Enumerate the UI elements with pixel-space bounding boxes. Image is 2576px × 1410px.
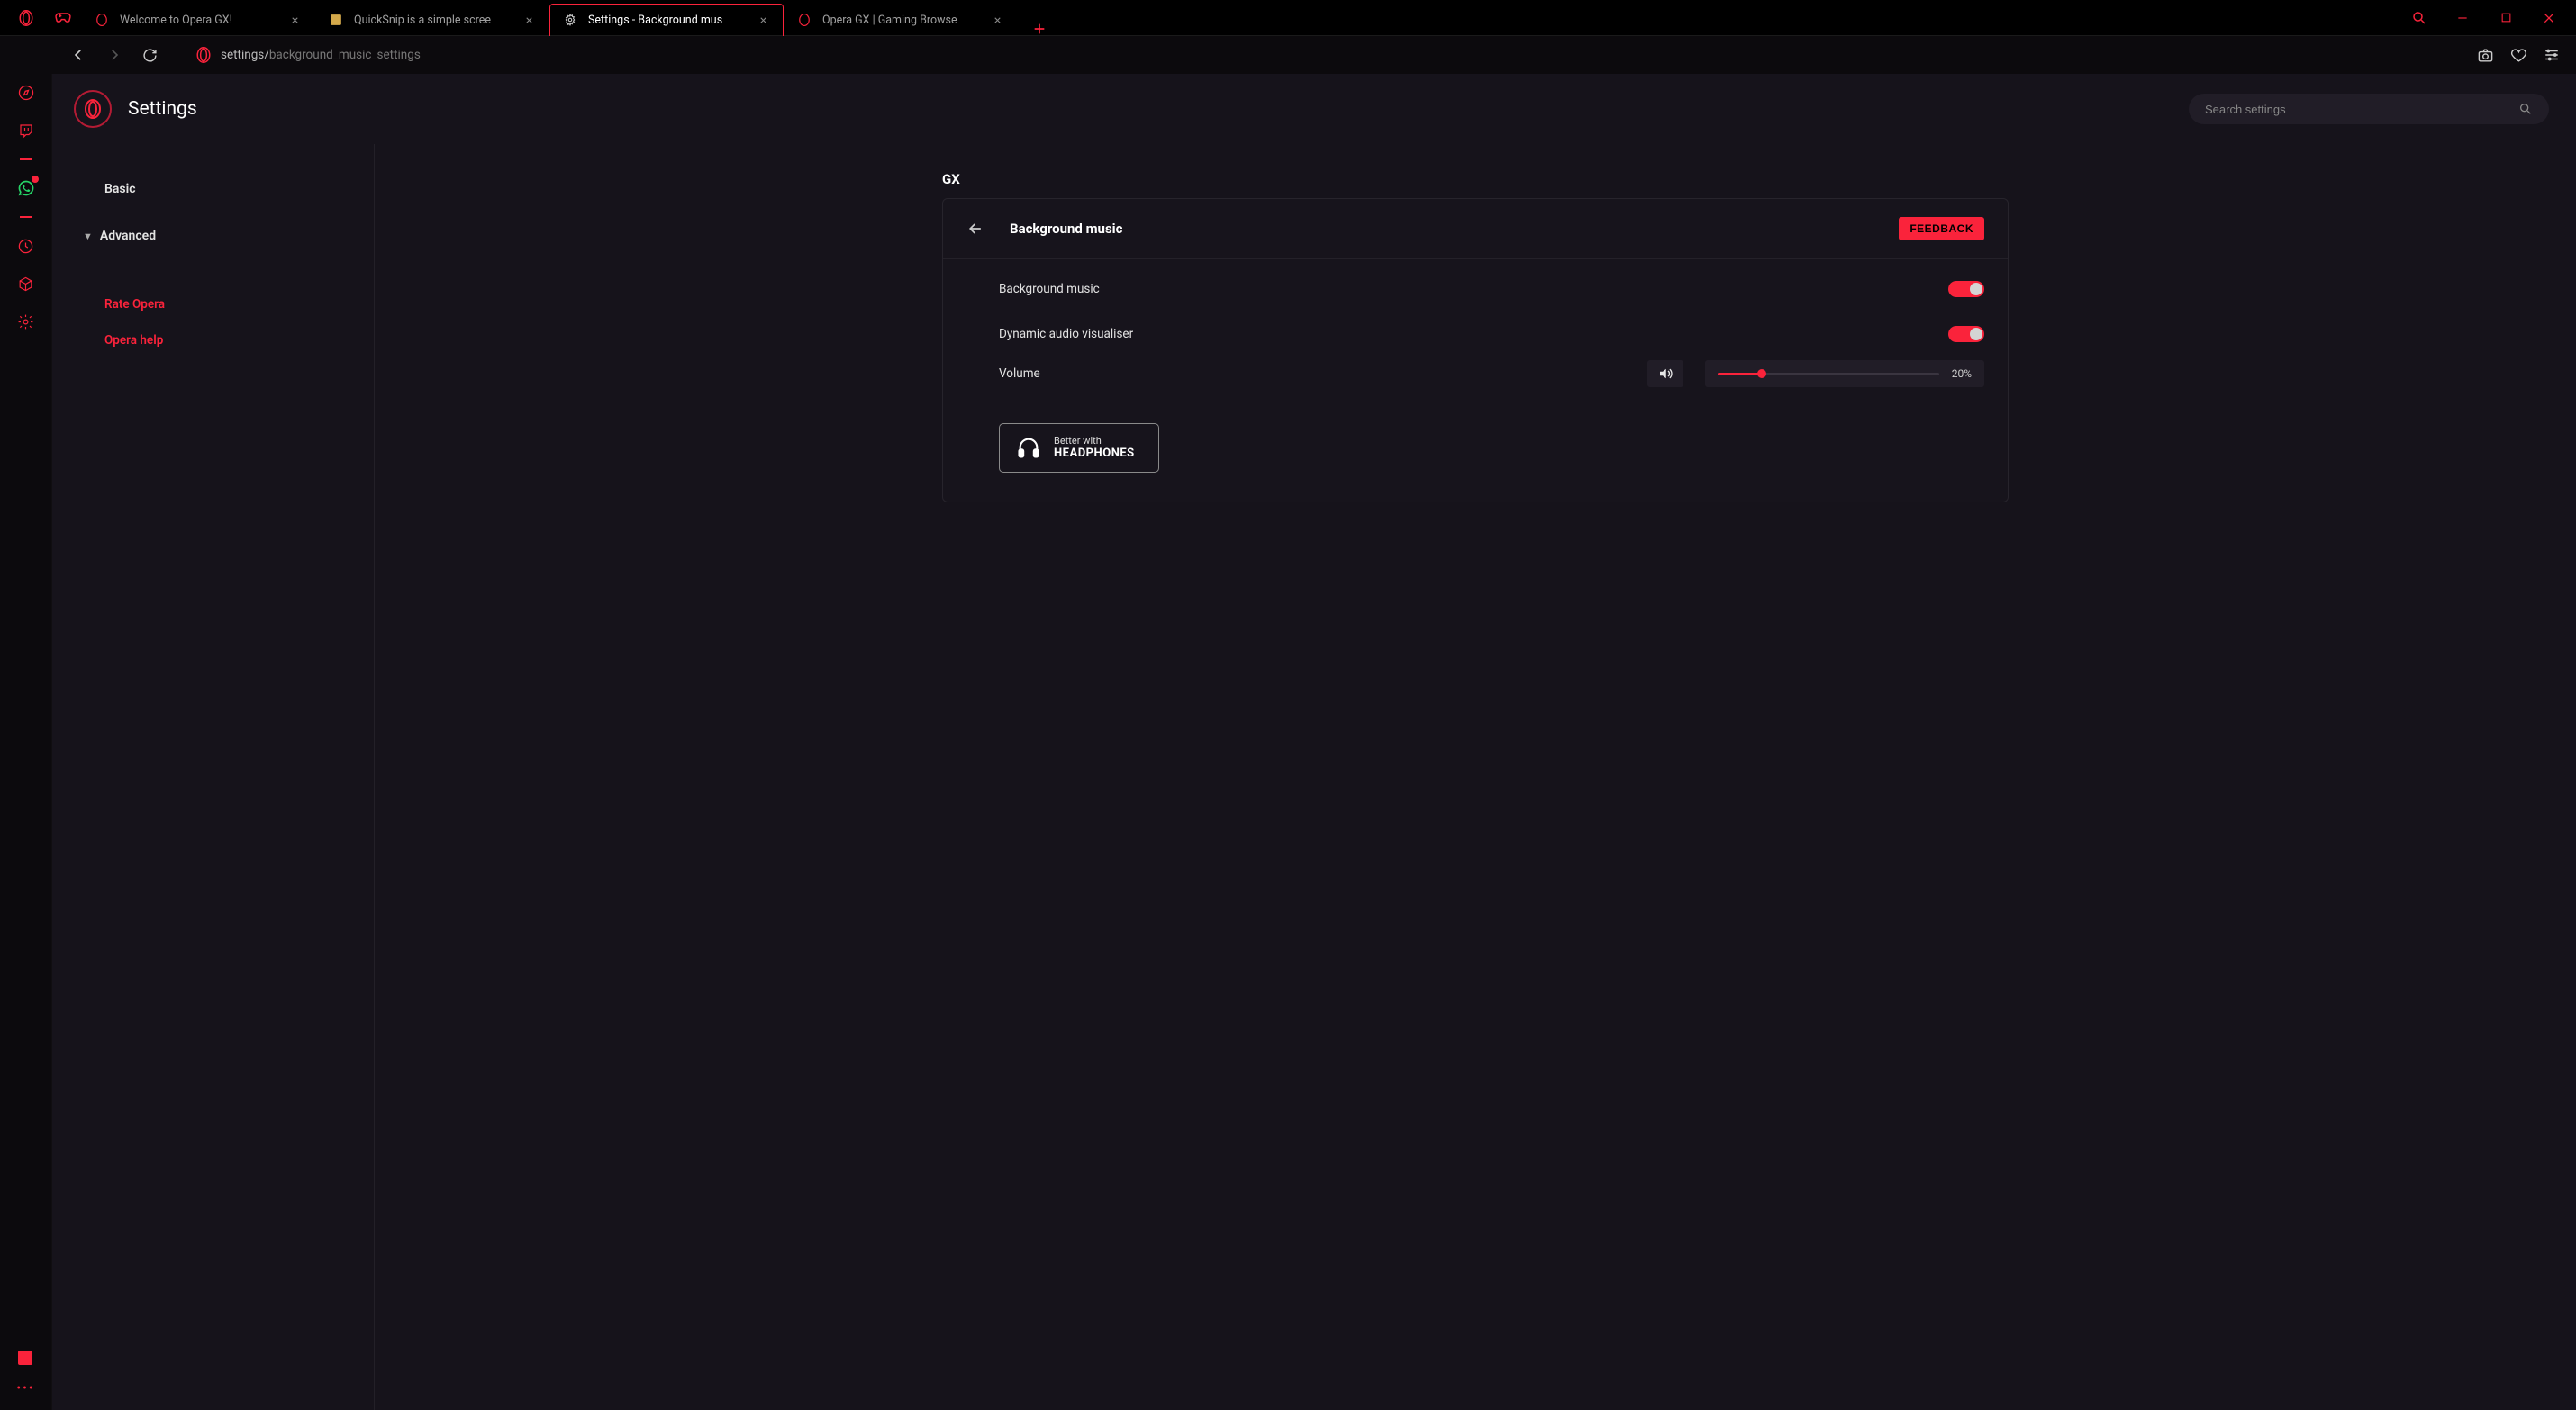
- maximize-button[interactable]: [2493, 5, 2518, 31]
- search-input[interactable]: [2205, 103, 2518, 116]
- tab-title: Welcome to Opera GX!: [120, 14, 279, 27]
- settings-sidebar: Basic ▼ Advanced Rate Opera Opera help: [52, 144, 375, 1410]
- opera-favicon-icon: [797, 13, 812, 27]
- search-icon: [2518, 102, 2533, 116]
- tab-title: Opera GX | Gaming Browse: [822, 14, 982, 27]
- tab-operagx[interactable]: Opera GX | Gaming Browse: [784, 4, 1018, 36]
- player-icon[interactable]: [18, 1351, 32, 1365]
- row-label: Background music: [999, 282, 1100, 296]
- toggle-dynamic-visualiser[interactable]: [1948, 326, 1984, 342]
- close-window-button[interactable]: [2536, 5, 2562, 31]
- tab-welcome[interactable]: Welcome to Opera GX!: [81, 4, 315, 36]
- url-path: background_music_settings: [269, 48, 421, 62]
- twitch-icon[interactable]: [16, 121, 36, 140]
- volume-slider[interactable]: 20%: [1705, 360, 1984, 387]
- volume-label: Volume: [999, 366, 1040, 381]
- settings-body: Basic ▼ Advanced Rate Opera Opera help G…: [52, 144, 2576, 1410]
- new-tab-button[interactable]: [1018, 22, 1061, 36]
- close-icon[interactable]: [524, 15, 534, 25]
- whatsapp-icon[interactable]: [16, 178, 36, 198]
- back-button[interactable]: [70, 47, 86, 63]
- snapshot-icon[interactable]: [2477, 47, 2494, 64]
- easy-setup-icon[interactable]: [2544, 47, 2560, 63]
- opera-menu-icon[interactable]: [18, 10, 34, 26]
- opera-logo-icon: [82, 98, 104, 120]
- headphones-line1: Better with: [1054, 435, 1135, 447]
- headphones-banner: Better with HEADPHONES: [999, 423, 1159, 473]
- close-icon[interactable]: [758, 15, 768, 25]
- tab-quicksnip[interactable]: QuickSnip is a simple scree: [315, 4, 549, 36]
- heart-icon[interactable]: [2510, 47, 2527, 64]
- titlebar: Welcome to Opera GX! QuickSnip is a simp…: [0, 0, 2576, 36]
- slider-track-fill: [1718, 373, 1762, 375]
- section-label: GX: [942, 171, 2009, 187]
- close-icon[interactable]: [290, 15, 300, 25]
- tab-settings[interactable]: Settings - Background mus: [549, 4, 784, 36]
- toolbar: settings/background_music_settings: [0, 36, 2576, 74]
- settings-content: GX Background music FEEDBACK Background: [375, 144, 2576, 1410]
- headphones-icon: [1016, 435, 1041, 460]
- toolbar-right: [2477, 47, 2560, 64]
- clock-icon[interactable]: [16, 236, 36, 256]
- siderail-bottom: •••: [16, 1351, 34, 1410]
- opera-favicon-icon: [95, 13, 109, 27]
- sidebar-links: Rate Opera Opera help: [52, 292, 374, 353]
- tab-title: QuickSnip is a simple scree: [354, 14, 513, 27]
- gear-icon[interactable]: [16, 312, 36, 331]
- toggle-background-music[interactable]: [1948, 281, 1984, 297]
- nav-basic[interactable]: Basic: [52, 175, 374, 203]
- reload-button[interactable]: [142, 48, 158, 63]
- row-background-music: Background music: [943, 267, 2008, 312]
- cube-icon[interactable]: [16, 274, 36, 294]
- card-header: Background music FEEDBACK: [943, 199, 2008, 259]
- main: ••• Settings Basic ▼ A: [0, 74, 2576, 1410]
- titlebar-left: [0, 9, 72, 27]
- compass-icon[interactable]: [16, 83, 36, 103]
- volume-value: 20%: [1952, 367, 1972, 380]
- opera-url-icon: [195, 47, 212, 63]
- close-icon[interactable]: [993, 15, 1002, 25]
- settings-page: Settings Basic ▼ Advanced Rate Opera Ope…: [52, 74, 2576, 1410]
- nav-controls: [16, 47, 158, 63]
- gear-favicon-icon: [563, 13, 577, 27]
- search-settings[interactable]: [2189, 94, 2549, 124]
- minimize-button[interactable]: [2450, 5, 2475, 31]
- divider-icon: [20, 216, 32, 218]
- url-prefix: settings/: [221, 48, 269, 62]
- row-dynamic-visualiser: Dynamic audio visualiser: [943, 312, 2008, 357]
- feedback-button[interactable]: FEEDBACK: [1899, 217, 1984, 240]
- row-label: Dynamic audio visualiser: [999, 327, 1133, 341]
- divider-icon: [20, 158, 32, 160]
- opera-help-link[interactable]: Opera help: [52, 328, 374, 353]
- tab-title: Settings - Background mus: [588, 14, 748, 27]
- settings-header: Settings: [52, 74, 2576, 144]
- settings-card: Background music FEEDBACK Background mus…: [942, 198, 2009, 502]
- settings-logo: [74, 90, 112, 128]
- card-title: Background music: [1010, 221, 1122, 237]
- tab-strip: Welcome to Opera GX! QuickSnip is a simp…: [81, 0, 1061, 36]
- card-body: Background music Dynamic audio visualise…: [943, 259, 2008, 502]
- rate-opera-link[interactable]: Rate Opera: [52, 292, 374, 317]
- forward-button[interactable]: [106, 47, 122, 63]
- quicksnip-favicon-icon: [329, 13, 343, 27]
- gx-corner-icon[interactable]: [54, 9, 72, 27]
- search-icon[interactable]: [2407, 5, 2432, 31]
- row-volume: Volume 20%: [943, 357, 2008, 409]
- slider-thumb[interactable]: [1757, 369, 1766, 378]
- more-icon[interactable]: •••: [16, 1381, 34, 1396]
- headphones-line2: HEADPHONES: [1054, 447, 1135, 461]
- mute-button[interactable]: [1647, 360, 1683, 387]
- siderail: •••: [0, 74, 52, 1410]
- url-text: settings/background_music_settings: [221, 48, 421, 62]
- chevron-down-icon: ▼: [83, 230, 93, 242]
- nav-advanced[interactable]: ▼ Advanced: [52, 221, 374, 250]
- address-bar[interactable]: settings/background_music_settings: [195, 47, 2464, 63]
- back-arrow-button[interactable]: [966, 220, 984, 238]
- nav-advanced-label: Advanced: [100, 229, 156, 243]
- window-controls: [2407, 5, 2576, 31]
- page-title: Settings: [128, 98, 197, 120]
